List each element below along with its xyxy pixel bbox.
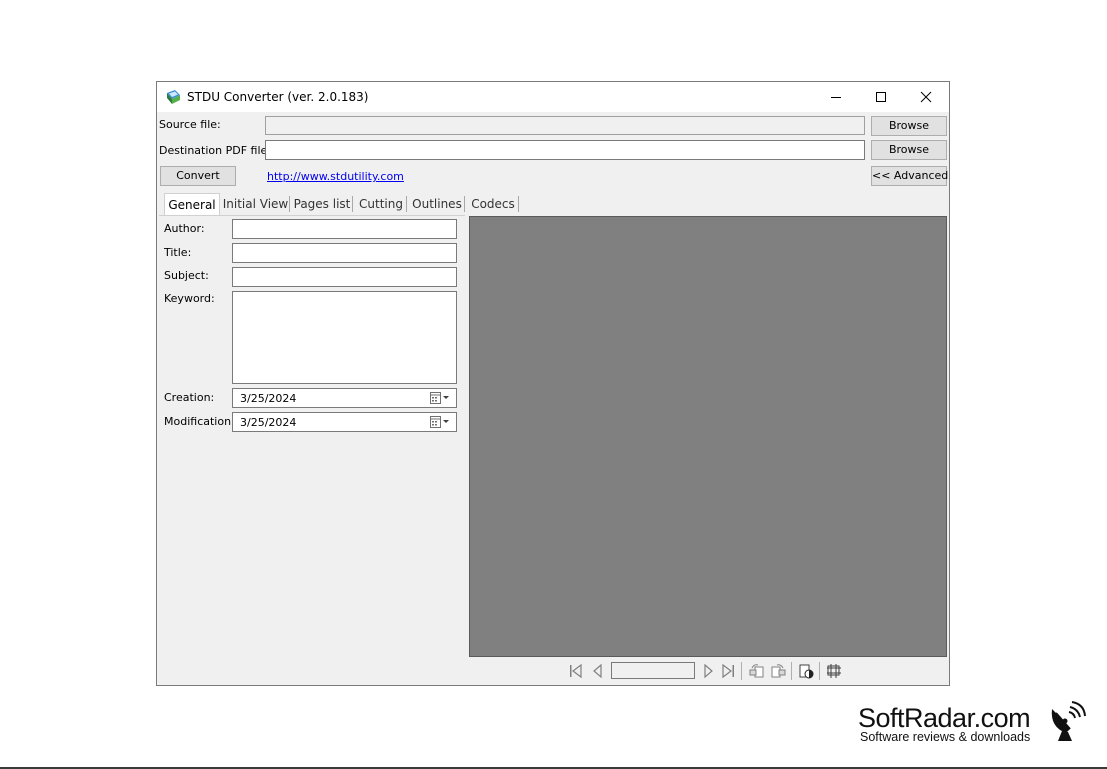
keyword-label: Keyword: xyxy=(164,292,215,305)
maximize-icon xyxy=(876,92,886,102)
page-preview[interactable] xyxy=(469,216,947,657)
destination-file-label: Destination PDF file: xyxy=(159,144,272,157)
minimize-button[interactable] xyxy=(813,82,859,112)
subject-input[interactable] xyxy=(232,267,457,287)
app-window: STDU Converter (ver. 2.0.183) Source fil… xyxy=(156,81,950,686)
first-page-icon[interactable] xyxy=(567,663,585,679)
modification-date-picker[interactable]: 3/25/2024 xyxy=(232,412,457,432)
creation-date-value: 3/25/2024 xyxy=(240,392,297,405)
rotate-left-icon[interactable] xyxy=(748,663,766,679)
author-input[interactable] xyxy=(232,219,457,239)
tab-general[interactable]: General xyxy=(164,193,220,216)
maximize-button[interactable] xyxy=(858,82,904,112)
creation-date-picker[interactable]: 3/25/2024 xyxy=(232,388,457,408)
rotate-right-icon[interactable] xyxy=(769,663,787,679)
keyword-textarea[interactable] xyxy=(232,291,457,384)
tab-baseline xyxy=(159,215,465,216)
website-link[interactable]: http://www.stdutility.com xyxy=(267,170,404,183)
grid-icon[interactable] xyxy=(825,663,843,679)
tab-codecs[interactable]: Codecs xyxy=(468,196,519,212)
advanced-button[interactable]: << Advanced xyxy=(871,166,948,186)
source-browse-button[interactable]: Browse xyxy=(871,116,947,136)
toolbar-separator xyxy=(791,662,792,680)
tab-cutting[interactable]: Cutting xyxy=(356,196,407,212)
modification-label: Modification: xyxy=(164,415,235,428)
modification-date-value: 3/25/2024 xyxy=(240,416,297,429)
calendar-icon[interactable] xyxy=(430,416,450,428)
preview-toolbar xyxy=(469,659,947,683)
destination-file-input[interactable] xyxy=(265,140,865,160)
title-input[interactable] xyxy=(232,243,457,263)
last-page-icon[interactable] xyxy=(719,663,737,679)
subject-label: Subject: xyxy=(164,269,209,282)
close-icon xyxy=(920,91,932,103)
page-number-input[interactable] xyxy=(611,662,695,679)
tab-initial-view[interactable]: Initial View xyxy=(222,196,290,212)
next-page-icon[interactable] xyxy=(699,663,717,679)
app-icon xyxy=(167,90,180,104)
tab-bar: General Initial View Pages list Cutting … xyxy=(164,193,519,216)
source-file-label: Source file: xyxy=(159,118,221,131)
title-bar: STDU Converter (ver. 2.0.183) xyxy=(157,82,949,112)
minimize-icon xyxy=(831,97,841,98)
page-contrast-icon[interactable] xyxy=(797,663,815,679)
softradar-watermark: SoftRadar.com Software reviews & downloa… xyxy=(858,701,1093,747)
destination-browse-button[interactable]: Browse xyxy=(871,140,947,160)
tab-pages-list[interactable]: Pages list xyxy=(292,196,353,212)
calendar-icon[interactable] xyxy=(430,392,450,404)
watermark-tagline: Software reviews & downloads xyxy=(860,730,1031,744)
toolbar-separator xyxy=(741,662,742,680)
toolbar-separator xyxy=(819,662,820,680)
close-button[interactable] xyxy=(903,82,949,112)
source-file-input[interactable] xyxy=(265,116,865,135)
creation-label: Creation: xyxy=(164,391,215,404)
window-title: STDU Converter (ver. 2.0.183) xyxy=(187,90,369,104)
convert-button[interactable]: Convert xyxy=(160,166,236,186)
title-label: Title: xyxy=(164,246,192,259)
satellite-dish-icon xyxy=(1051,701,1086,741)
tab-outlines[interactable]: Outlines xyxy=(410,196,465,212)
prev-page-icon[interactable] xyxy=(589,663,607,679)
author-label: Author: xyxy=(164,222,205,235)
